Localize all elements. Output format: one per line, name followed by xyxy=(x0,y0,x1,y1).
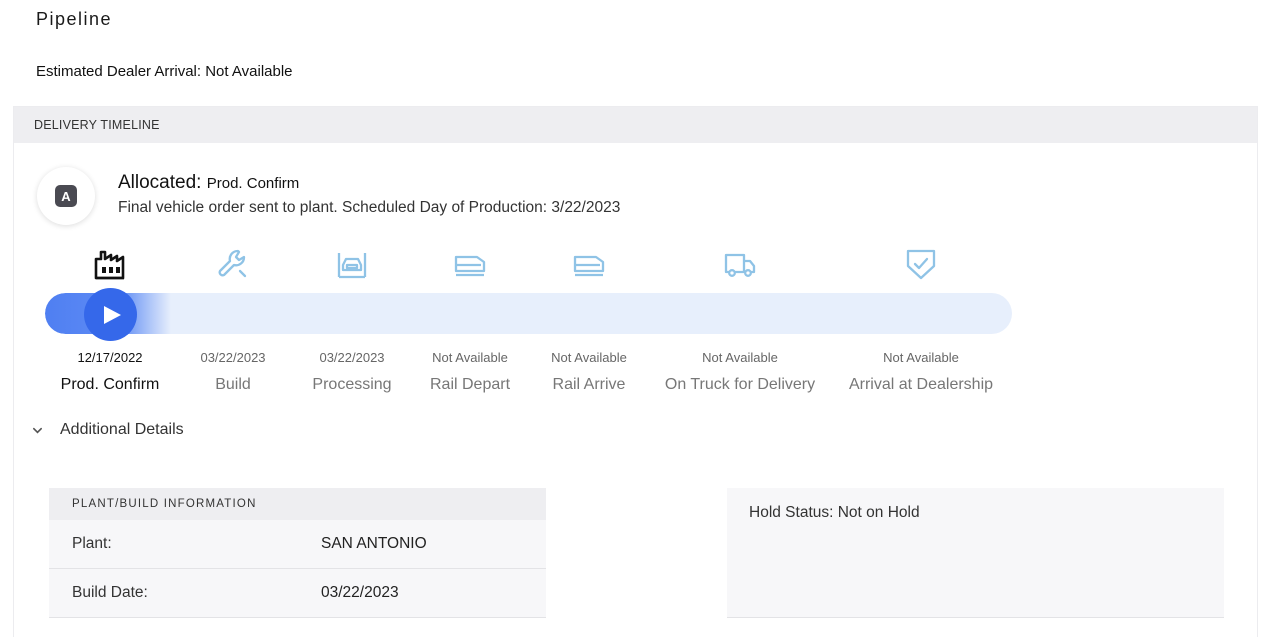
rail-arrive-icon xyxy=(571,247,607,281)
status-badge-letter: A xyxy=(55,185,77,207)
stage-label-processing: Processing xyxy=(312,376,392,393)
stage-label-rail-arrive: Rail Arrive xyxy=(552,376,626,393)
status-badge: A xyxy=(37,167,95,225)
status-title-label: Allocated: xyxy=(118,172,202,193)
stage-date-on-truck: Not Available xyxy=(702,350,778,365)
plant-value: SAN ANTONIO xyxy=(321,535,427,552)
stage-label-rail-depart: Rail Depart xyxy=(429,376,511,393)
status-title-stage: Prod. Confirm xyxy=(206,175,300,192)
progress-track xyxy=(45,293,1012,334)
page-title: Pipeline xyxy=(36,9,113,29)
truck-icon xyxy=(722,247,758,281)
stage-date-prod-confirm: 12/17/2022 xyxy=(77,350,143,365)
shield-check-icon xyxy=(903,247,939,281)
additional-details-toggle[interactable]: Additional Details xyxy=(28,421,184,439)
build-date-value: 03/22/2023 xyxy=(321,584,399,601)
stage-label-arrival-dealership: Arrival at Dealership xyxy=(848,376,994,393)
plant-build-header: PLANT/BUILD INFORMATION xyxy=(49,488,546,520)
stage-date-rail-depart: Not Available xyxy=(432,350,508,365)
stage-date-processing: 03/22/2023 xyxy=(319,350,385,365)
build-date-row: Build Date: 03/22/2023 xyxy=(49,569,546,618)
factory-icon xyxy=(92,247,128,281)
stage-label-prod-confirm: Prod. Confirm xyxy=(60,376,160,393)
delivery-timeline-card: DELIVERY TIMELINE A Allocated: Prod. Con… xyxy=(13,106,1258,637)
delivery-timeline-header: DELIVERY TIMELINE xyxy=(14,107,1257,143)
stage-date-rail-arrive: Not Available xyxy=(551,350,627,365)
plant-build-panel: PLANT/BUILD INFORMATION Plant: SAN ANTON… xyxy=(49,488,546,618)
wrench-icon xyxy=(215,247,251,281)
stage-date-arrival-dealership: Not Available xyxy=(883,350,959,365)
build-date-key: Build Date: xyxy=(72,584,148,601)
status-description: Final vehicle order sent to plant. Sched… xyxy=(118,199,621,216)
plant-row: Plant: SAN ANTONIO xyxy=(49,520,546,569)
hold-status-text: Hold Status: Not on Hold xyxy=(749,504,920,521)
estimated-dealer-arrival: Estimated Dealer Arrival: Not Available xyxy=(36,63,293,80)
stage-label-on-truck: On Truck for Delivery xyxy=(664,376,816,393)
play-icon xyxy=(104,305,121,324)
vehicle-processing-icon xyxy=(334,247,370,281)
rail-depart-icon xyxy=(452,247,488,281)
status-title: Allocated: Prod. Confirm xyxy=(118,172,299,194)
plant-key: Plant: xyxy=(72,535,112,552)
play-button[interactable] xyxy=(84,288,137,341)
stage-date-build: 03/22/2023 xyxy=(200,350,266,365)
stage-label-build: Build xyxy=(215,376,251,393)
chevron-down-icon xyxy=(28,421,46,439)
hold-status-panel: Hold Status: Not on Hold xyxy=(727,488,1224,618)
additional-details-label: Additional Details xyxy=(60,421,184,438)
